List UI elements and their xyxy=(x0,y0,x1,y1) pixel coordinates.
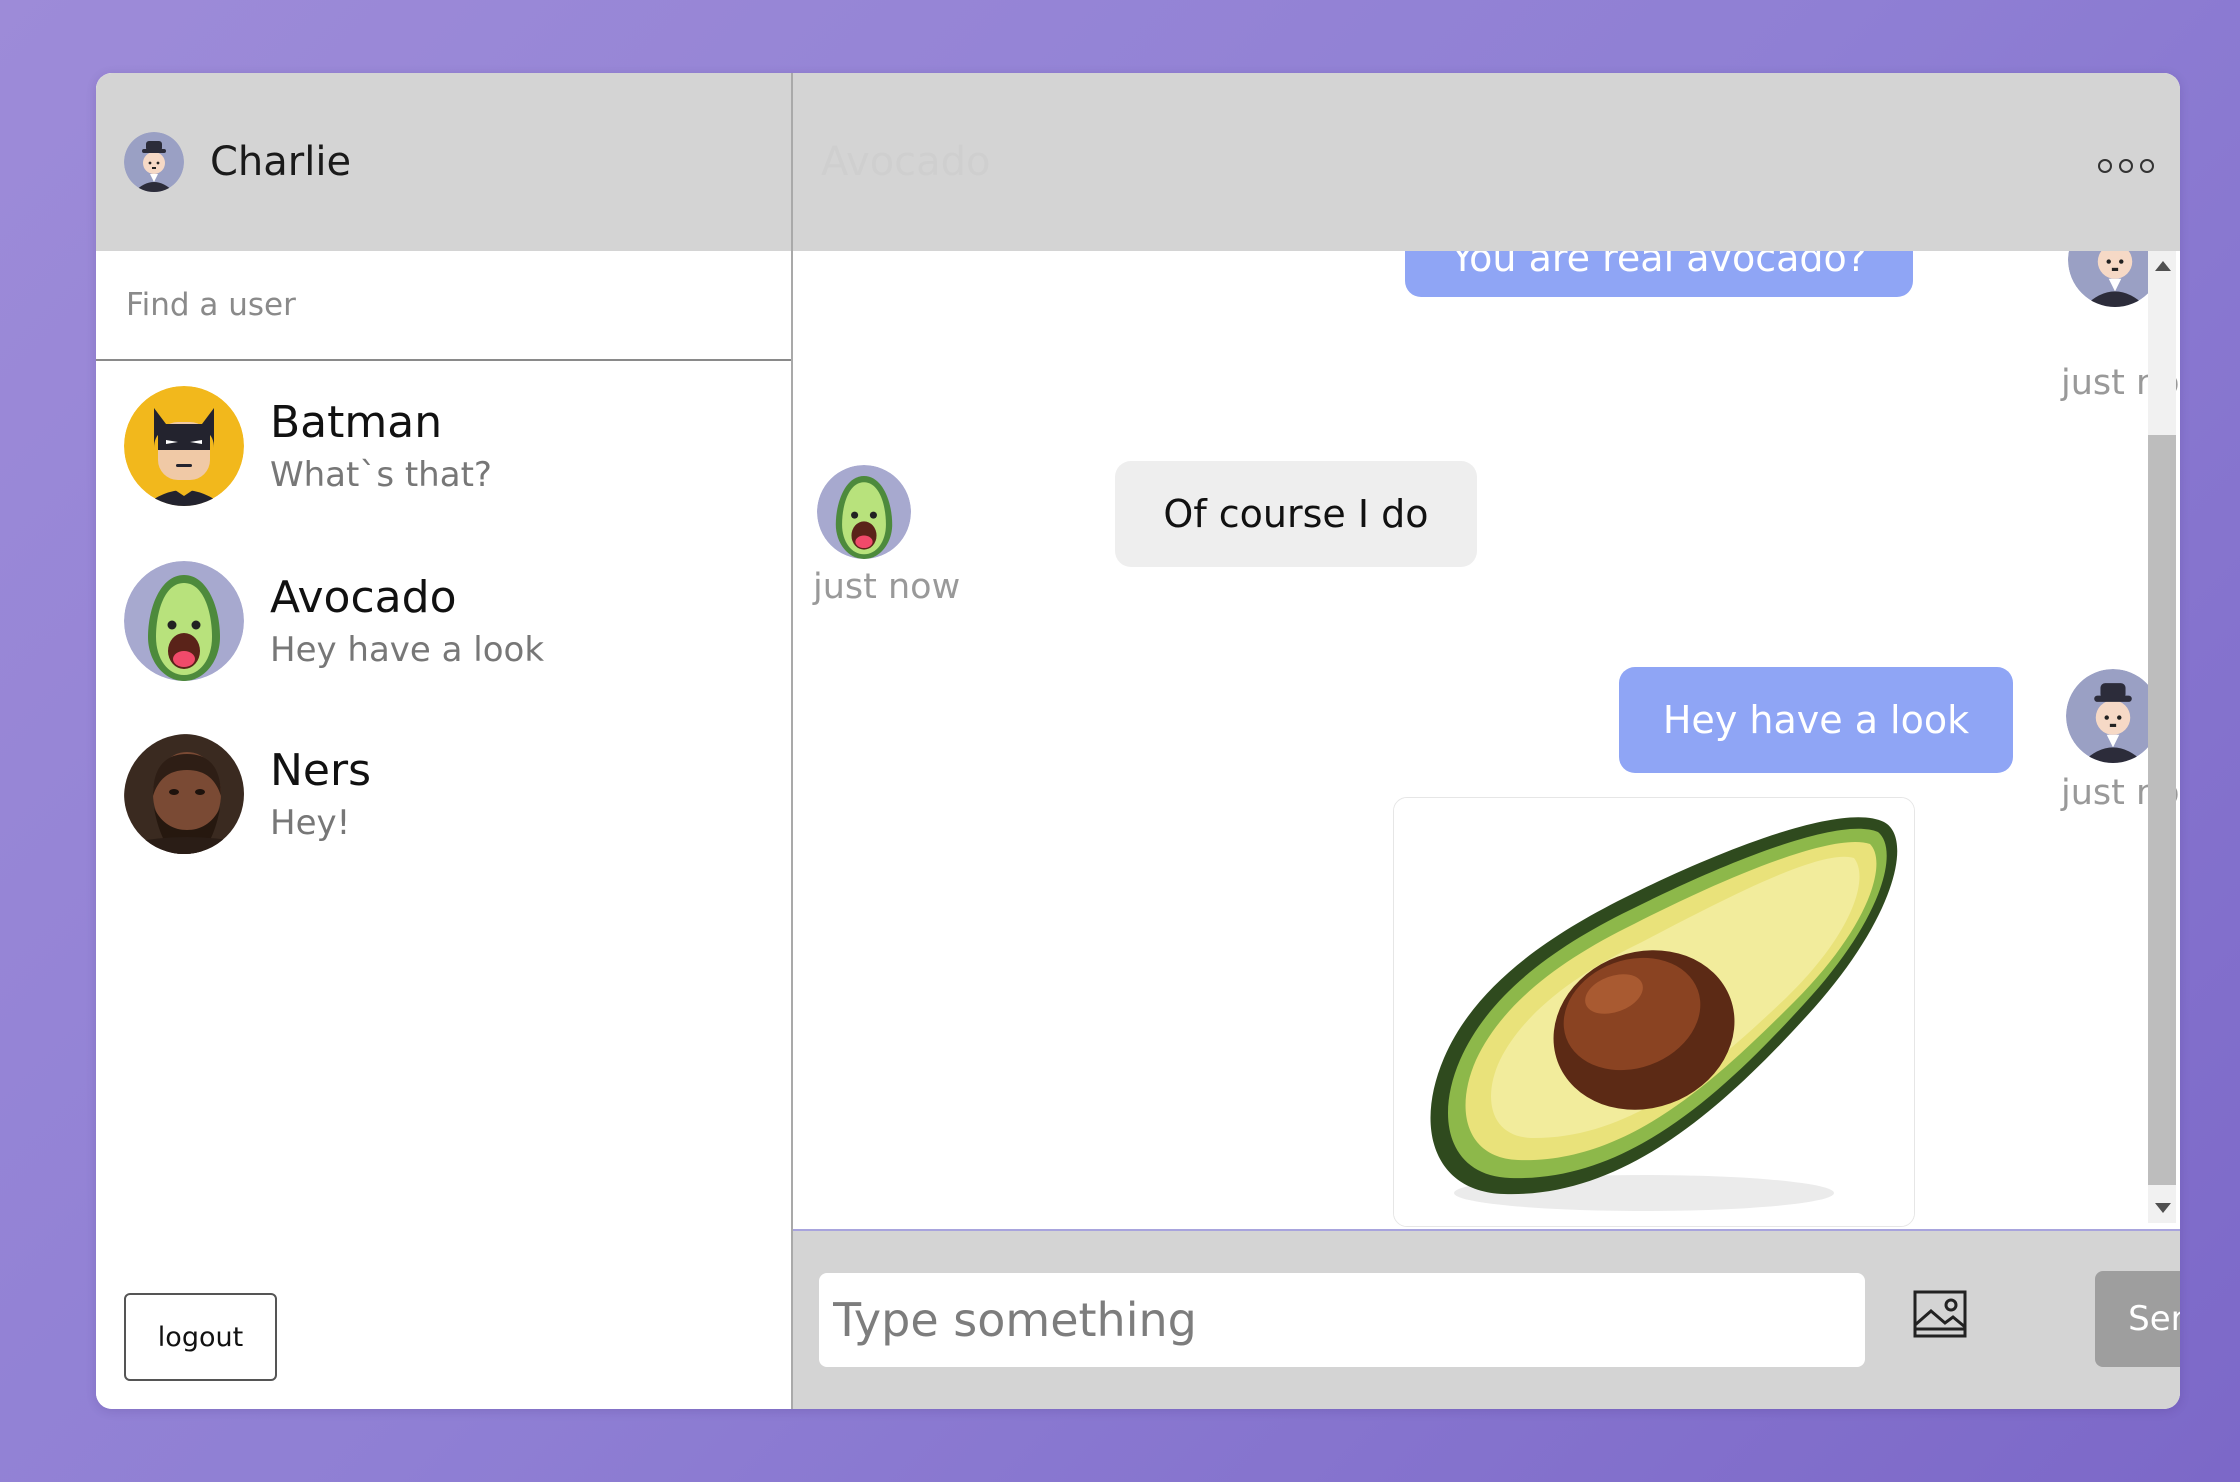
logout-button[interactable]: logout xyxy=(124,1293,277,1381)
ners-avatar xyxy=(124,734,244,854)
contact-name: Ners xyxy=(270,744,371,796)
message-timestamp: just now xyxy=(813,567,961,607)
chat-title: Avocado xyxy=(821,139,991,185)
contact-preview: Hey have a look xyxy=(270,630,545,671)
batman-avatar xyxy=(124,386,244,506)
sidebar: Charlie Batman What`s that? xyxy=(96,73,793,1409)
contact-avocado[interactable]: Avocado Hey have a look xyxy=(124,561,544,681)
chat-header: Avocado xyxy=(793,73,2180,251)
contact-name: Avocado xyxy=(270,571,457,623)
message-bubble: Of course I do xyxy=(1115,461,1477,567)
contact-batman[interactable]: Batman What`s that? xyxy=(124,386,492,506)
scroll-up-arrow-icon[interactable] xyxy=(2155,261,2171,271)
message-image[interactable] xyxy=(1393,797,1915,1227)
contact-preview: What`s that? xyxy=(270,455,492,496)
avocado-avatar xyxy=(124,561,244,681)
chat-panel: Avocado You are real avocado? just now xyxy=(793,73,2180,1409)
message-composer: Send xyxy=(793,1229,2180,1409)
message-scrollbar[interactable] xyxy=(2148,251,2176,1223)
send-button[interactable]: Send xyxy=(2095,1271,2180,1367)
scroll-down-arrow-icon[interactable] xyxy=(2155,1203,2171,1213)
message-bubble: You are real avocado? xyxy=(1405,251,1913,297)
sender-avatar xyxy=(2066,669,2160,763)
image-icon[interactable] xyxy=(1913,1289,1967,1339)
message-list: You are real avocado? just now xyxy=(793,251,2180,1301)
scroll-thumb[interactable] xyxy=(2148,435,2176,1185)
current-user-avatar[interactable] xyxy=(124,132,184,192)
contact-name: Batman xyxy=(270,396,443,448)
chat-window: Charlie Batman What`s that? xyxy=(96,73,2180,1409)
contact-preview: Hey! xyxy=(270,803,351,844)
sender-avatar xyxy=(817,465,911,559)
user-search xyxy=(96,251,791,361)
current-user-name: Charlie xyxy=(210,139,352,185)
more-dots-icon[interactable] xyxy=(2098,159,2154,173)
message-bubble: Hey have a look xyxy=(1619,667,2013,773)
search-input[interactable] xyxy=(126,287,725,323)
sidebar-header: Charlie xyxy=(96,73,791,251)
contact-ners[interactable]: Ners Hey! xyxy=(124,734,371,854)
message-input[interactable] xyxy=(819,1273,1865,1367)
